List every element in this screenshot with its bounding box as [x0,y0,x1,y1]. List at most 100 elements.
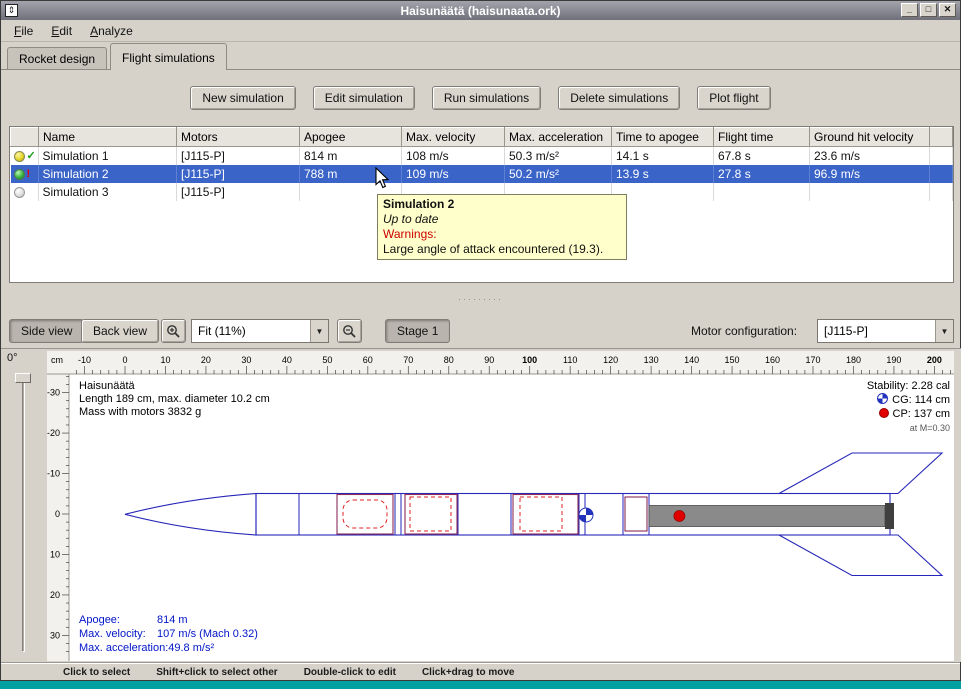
zoom-in-button[interactable] [161,319,186,343]
back-view-button[interactable]: Back view [81,319,159,343]
statusbar: Click to selectShift+click to select oth… [1,662,960,682]
flight-summary: Apogee:814 m Max. velocity:107 m/s (Mach… [79,613,258,655]
column-header-max-acceleration[interactable]: Max. acceleration [505,128,612,147]
new-simulation-button[interactable]: New simulation [190,86,295,110]
svg-text:30: 30 [241,355,251,365]
svg-text:0: 0 [122,355,127,365]
svg-text:30: 30 [50,630,60,640]
rocket-dimensions: Length 189 cm, max. diameter 10.2 cm [79,393,270,406]
zoom-in-icon [166,324,181,339]
cell-flight-time: 67.8 s [714,147,810,166]
max-acceleration-value: 49.8 m/s² [168,642,214,654]
tab-flight-simulations[interactable]: Flight simulations [110,43,227,70]
motor-configuration-select[interactable]: [J115-P] ▼ [817,319,954,343]
cell-ground-hit-velocity: 23.6 m/s [810,147,930,166]
view-toolbar: Side view Back view Fit (11%) ▼ Stage 1 … [1,314,960,348]
chevron-down-icon: ▼ [310,320,328,342]
column-header-flight-time[interactable]: Flight time [714,128,810,147]
menu-item-file[interactable]: File [5,21,42,41]
zoom-select[interactable]: Fit (11%) ▼ [191,319,329,343]
column-header-time-to-apogee[interactable]: Time to apogee [612,128,714,147]
statusbar-hint: Shift+click to select other [156,667,277,682]
cell-name: Simulation 3 [39,183,177,201]
close-button[interactable]: ✕ [939,3,956,17]
rotation-label: 0° [7,352,18,364]
table-row-simulation-2[interactable]: !Simulation 2[J115-P]788 m109 m/s50.2 m/… [11,165,953,183]
zoom-out-button[interactable] [337,319,362,343]
svg-text:120: 120 [603,355,618,365]
stability-info: Stability: 2.28 cal CG: 114 cm CP: 137 c… [867,379,950,435]
column-header-filler [930,128,953,147]
zoom-select-value: Fit (11%) [192,324,310,338]
tooltip-title: Simulation 2 [383,197,621,212]
column-header-motors[interactable]: Motors [177,128,300,147]
cell-filler [930,165,953,183]
delete-simulations-button[interactable]: Delete simulations [558,86,680,110]
cell-ground-hit-velocity: 96.9 m/s [810,165,930,183]
svg-text:-10: -10 [47,469,60,479]
menu-item-edit[interactable]: Edit [42,21,81,41]
splitter-handle-icon: ········· [458,296,503,302]
cp-legend-icon [879,408,889,418]
panel-splitter[interactable]: ········· [1,283,960,314]
cell-name: Simulation 1 [39,147,177,166]
svg-text:110: 110 [563,355,577,365]
minimize-button[interactable]: _ [901,3,918,17]
column-header-max-velocity[interactable]: Max. velocity [402,128,505,147]
svg-text:0: 0 [55,509,60,519]
cell-max-acceleration: 50.3 m/s² [505,147,612,166]
column-header-ground-hit-velocity[interactable]: Ground hit velocity [810,128,930,147]
svg-text:10: 10 [50,549,60,559]
motor-nozzle [885,503,894,529]
maximize-button[interactable]: □ [920,3,937,17]
side-view-button[interactable]: Side view [9,319,84,343]
zoom-out-icon [342,324,357,339]
statusbar-hint: Click+drag to move [422,667,515,682]
stability-value: Stability: 2.28 cal [867,379,950,393]
stage-1-toggle[interactable]: Stage 1 [385,319,450,343]
rotation-slider[interactable] [22,374,25,652]
run-simulations-button[interactable]: Run simulations [432,86,541,110]
tooltip-status: Up to date [383,212,621,227]
svg-text:200: 200 [927,355,942,365]
max-velocity-value: 107 m/s (Mach 0.32) [157,628,258,640]
window-icon[interactable]: ⇕ [5,4,18,17]
cell-time-to-apogee: 14.1 s [612,147,714,166]
cell-flight-time: 27.8 s [714,165,810,183]
check-icon: ✓ [27,151,36,162]
cell-motors: [J115-P] [177,183,300,201]
column-header-name[interactable]: Name [39,128,177,147]
menu-item-analyze[interactable]: Analyze [81,21,142,41]
column-header-status[interactable] [11,128,39,147]
cg-value: CG: 114 cm [892,394,950,406]
cg-legend-icon [877,393,888,404]
svg-text:140: 140 [684,355,699,365]
cell-name: Simulation 2 [39,165,177,183]
cell-max-velocity: 108 m/s [402,147,505,166]
cell-flight-time [714,183,810,201]
svg-text:60: 60 [363,355,373,365]
plot-flight-button[interactable]: Plot flight [697,86,770,110]
apogee-value: 814 m [157,614,188,626]
simulation-toolbar: New simulation Edit simulation Run simulat… [1,70,960,126]
column-header-apogee[interactable]: Apogee [300,128,402,147]
rocket-name: Haisunäätä [79,380,270,393]
cg-marker-icon [579,508,593,522]
motor-configuration-value: [J115-P] [818,324,935,338]
menubar: FileEditAnalyze [1,20,960,42]
rotation-slider-handle[interactable] [15,373,31,383]
status-ball-icon [14,169,25,180]
cp-marker-icon [674,511,685,522]
tooltip-warning-text: Large angle of attack encountered (19.3)… [383,242,621,257]
cell-filler [930,183,953,201]
table-row-simulation-1[interactable]: ✓Simulation 1[J115-P]814 m108 m/s50.3 m/… [11,147,953,166]
tab-rocket-design[interactable]: Rocket design [7,47,107,69]
svg-text:50: 50 [322,355,332,365]
tabstrip: Rocket design Flight simulations [1,42,960,70]
mach-note: at M=0.30 [867,421,950,435]
cell-time-to-apogee: 13.9 s [612,165,714,183]
edit-simulation-button[interactable]: Edit simulation [313,86,415,110]
svg-text:40: 40 [282,355,292,365]
status-ball-icon [14,151,25,162]
svg-text:170: 170 [805,355,820,365]
